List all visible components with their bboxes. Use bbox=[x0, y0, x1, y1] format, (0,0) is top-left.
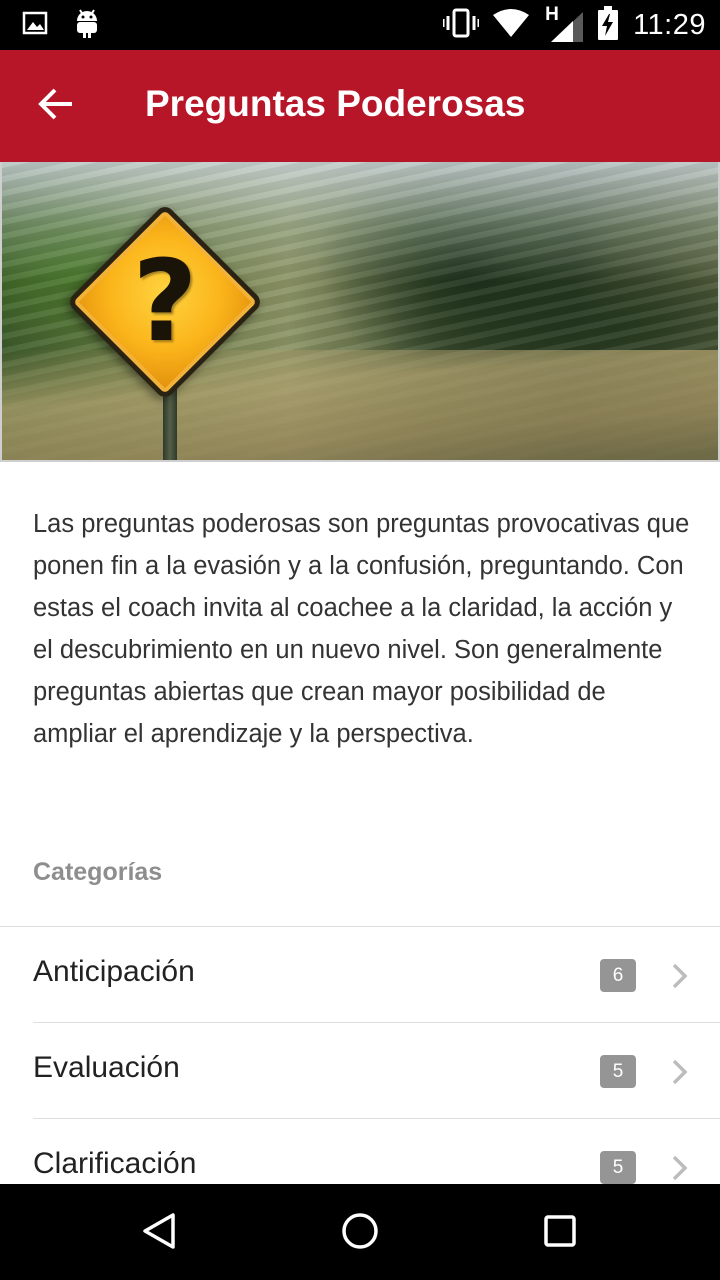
status-bar-right: H 11:29 bbox=[442, 4, 706, 45]
signal-icon bbox=[551, 12, 584, 47]
categories-list: Anticipación 6 Evaluación 5 Clarificació… bbox=[0, 926, 720, 1215]
clock: 11:29 bbox=[633, 8, 706, 41]
count-badge: 5 bbox=[600, 1151, 636, 1184]
chevron-right-icon bbox=[668, 1153, 692, 1183]
arrow-back-icon bbox=[38, 88, 74, 125]
wifi-icon bbox=[493, 8, 530, 42]
count-badge: 6 bbox=[600, 959, 636, 992]
chevron-right-icon bbox=[668, 1057, 692, 1087]
category-label: Anticipación bbox=[33, 955, 195, 988]
hero-image: ? bbox=[0, 162, 720, 462]
category-item-anticipacion[interactable]: Anticipación 6 bbox=[0, 927, 720, 1023]
image-icon bbox=[22, 10, 48, 41]
count-badge: 5 bbox=[600, 1055, 636, 1088]
home-circle-icon bbox=[340, 1211, 380, 1256]
android-icon bbox=[74, 7, 100, 44]
nav-back-button[interactable] bbox=[135, 1208, 185, 1258]
description-text: Las preguntas poderosas son preguntas pr… bbox=[33, 510, 690, 748]
categories-header: Categorías bbox=[33, 858, 163, 886]
app-bar: Preguntas Poderosas bbox=[0, 50, 720, 162]
back-triangle-icon bbox=[140, 1211, 180, 1256]
back-button[interactable] bbox=[22, 72, 90, 140]
category-item-evaluacion[interactable]: Evaluación 5 bbox=[0, 1023, 720, 1119]
vibrate-icon bbox=[442, 8, 480, 43]
signal-group: H bbox=[543, 4, 584, 42]
nav-recents-button[interactable] bbox=[535, 1208, 585, 1258]
battery-charging-icon bbox=[597, 5, 619, 45]
page-title: Preguntas Poderosas bbox=[145, 83, 526, 124]
status-bar: H 11:29 bbox=[0, 0, 720, 50]
recents-square-icon bbox=[540, 1211, 580, 1256]
status-bar-left bbox=[22, 8, 100, 41]
system-nav-bar bbox=[0, 1184, 720, 1280]
category-label: Evaluación bbox=[33, 1051, 180, 1084]
category-label: Clarificación bbox=[33, 1147, 197, 1180]
chevron-right-icon bbox=[668, 961, 692, 991]
nav-home-button[interactable] bbox=[335, 1208, 385, 1258]
question-mark-icon: ? bbox=[132, 237, 198, 367]
